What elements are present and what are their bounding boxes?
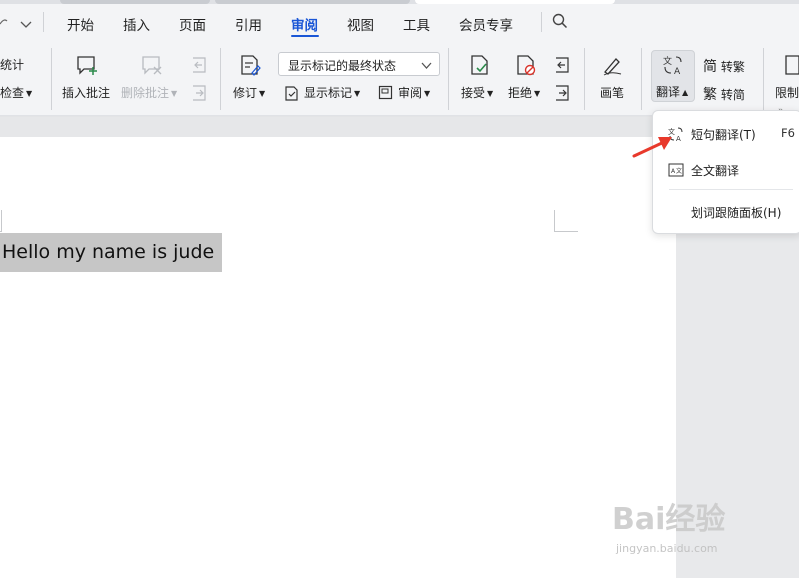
markup-state-value: 显示标记的最终状态: [288, 59, 397, 73]
chevron-down-icon: ▼: [259, 89, 266, 98]
insert-comment-button[interactable]: 插入批注: [62, 84, 110, 101]
undo-icon-partial[interactable]: [0, 16, 8, 31]
next-comment-icon[interactable]: [190, 84, 208, 105]
to-simplified-button[interactable]: 繁 转简: [703, 84, 745, 104]
tab-home[interactable]: 开始: [67, 14, 94, 34]
ribbon-divider: [220, 48, 221, 110]
red-arrow-annotation: [630, 134, 674, 163]
chevron-down-icon: ▼: [487, 89, 494, 98]
accept-change-label: 接受: [461, 86, 486, 100]
page-corner-mark-right: [554, 210, 578, 232]
restrict-editing-icon: [784, 54, 799, 79]
review-pane-label: 审阅: [398, 86, 423, 100]
show-markup-button[interactable]: 显示标记 ▼: [304, 84, 360, 101]
to-traditional-label: 转繁: [720, 60, 745, 74]
menu-bar: 开始 插入 页面 引用 审阅 视图 工具 会员专享: [0, 4, 799, 42]
ribbon-divider: [584, 48, 585, 110]
page-corner-mark-left: [0, 210, 2, 232]
markup-state-select[interactable]: 显示标记的最终状态: [278, 52, 440, 76]
ribbon-divider: [641, 48, 642, 110]
svg-text:A: A: [674, 67, 681, 76]
to-simplified-label: 转简: [720, 88, 745, 102]
menu-item-label: 全文翻译: [691, 164, 740, 178]
previous-comment-icon[interactable]: [190, 56, 208, 77]
track-changes-button[interactable]: 修订 ▼: [233, 84, 265, 101]
chevron-down-icon: ▼: [26, 89, 33, 98]
track-changes-icon: [239, 54, 261, 79]
ribbon-divider: [763, 48, 764, 110]
menu-item-full-translate[interactable]: A文 全文翻译: [653, 155, 799, 185]
chevron-down-icon: ▼: [171, 89, 178, 98]
next-change-icon[interactable]: [553, 84, 571, 105]
tab-member[interactable]: 会员专享: [459, 14, 513, 34]
svg-text:A: A: [676, 135, 681, 142]
svg-text:文: 文: [676, 167, 682, 175]
tab-tools[interactable]: 工具: [403, 14, 430, 34]
traditional-icon: 简: [703, 59, 717, 75]
watermark-logo-text: Bai经验: [612, 502, 726, 537]
baidu-watermark: Bai经验 jingyan.baidu.com: [612, 490, 792, 570]
pen-button[interactable]: 画笔: [600, 84, 624, 101]
translate-text: 翻译: [656, 85, 681, 99]
reject-change-label: 拒绝: [508, 86, 533, 100]
tab-reference[interactable]: 引用: [235, 14, 262, 34]
selected-text[interactable]: Hello my name is jude: [0, 233, 223, 272]
show-markup-label: 显示标记: [304, 86, 353, 100]
delete-comment-label: 删除批注: [121, 86, 170, 100]
spell-check-label: 检查: [0, 86, 25, 100]
review-ribbon: 统计 检查 ▼ 插入批注 删除批注 ▼ 修订 ▼ 显示标记的最终状态 显示标记 ▼ 审阅…: [0, 42, 799, 116]
chevron-down-icon: ▼: [354, 89, 361, 98]
simplified-icon: 繁: [703, 87, 717, 103]
track-changes-label: 修订: [233, 86, 258, 100]
menu-divider: [541, 12, 542, 32]
pen-icon: [601, 54, 623, 79]
reject-change-icon: [515, 54, 537, 79]
translate-button[interactable]: 文A 翻译 ▲: [651, 50, 695, 102]
chevron-down-icon: ▼: [534, 89, 541, 98]
menu-separator: [669, 189, 793, 190]
menu-item-word-follow-panel[interactable]: 划词跟随面板(H): [653, 197, 799, 227]
delete-comment-icon: [141, 54, 163, 79]
tab-review[interactable]: 审阅: [291, 14, 318, 34]
menu-item-sentence-translate[interactable]: 文A 短句翻译(T) F6: [653, 119, 799, 149]
tab-view[interactable]: 视图: [347, 14, 374, 34]
ribbon-divider: [448, 48, 449, 110]
svg-text:文: 文: [663, 55, 672, 67]
tab-page[interactable]: 页面: [179, 14, 206, 34]
translate-dropdown-menu: 文A 短句翻译(T) F6 A文 全文翻译 划词跟随面板(H): [652, 110, 799, 234]
search-icon[interactable]: [552, 13, 568, 32]
chevron-up-icon: ▲: [682, 88, 689, 97]
full-translate-icon: A文: [668, 162, 684, 181]
restrict-editing-button[interactable]: 限制: [775, 84, 799, 101]
document-page[interactable]: [0, 137, 676, 578]
chevron-down-icon: [421, 59, 432, 73]
word-count-button[interactable]: 统计: [0, 56, 24, 73]
previous-change-icon[interactable]: [553, 56, 571, 77]
chevron-down-icon: ▼: [424, 89, 431, 98]
reject-change-button[interactable]: 拒绝 ▼: [508, 84, 540, 101]
tab-insert[interactable]: 插入: [123, 14, 150, 34]
show-markup-icon: [284, 85, 299, 104]
active-tab-indicator: [291, 35, 319, 37]
translate-label: 翻译 ▲: [656, 83, 688, 100]
menu-item-label: 短句翻译(T): [691, 128, 756, 142]
insert-comment-icon: [76, 54, 98, 79]
to-traditional-button[interactable]: 简 转繁: [703, 56, 745, 76]
review-pane-icon: [378, 85, 393, 103]
delete-comment-button[interactable]: 删除批注 ▼: [121, 84, 177, 101]
translate-icon: 文A: [662, 54, 684, 79]
review-pane-button[interactable]: 审阅 ▼: [398, 84, 430, 101]
spell-check-button[interactable]: 检查 ▼: [0, 84, 32, 101]
accept-change-icon: [469, 54, 491, 79]
menu-divider: [43, 12, 44, 32]
ribbon-divider: [51, 48, 52, 110]
watermark-url: jingyan.baidu.com: [616, 542, 718, 555]
accept-change-button[interactable]: 接受 ▼: [461, 84, 493, 101]
quick-access-chevron-icon[interactable]: [20, 18, 32, 32]
shortcut-key: F6: [781, 126, 795, 140]
menu-item-label: 划词跟随面板(H): [691, 206, 782, 220]
